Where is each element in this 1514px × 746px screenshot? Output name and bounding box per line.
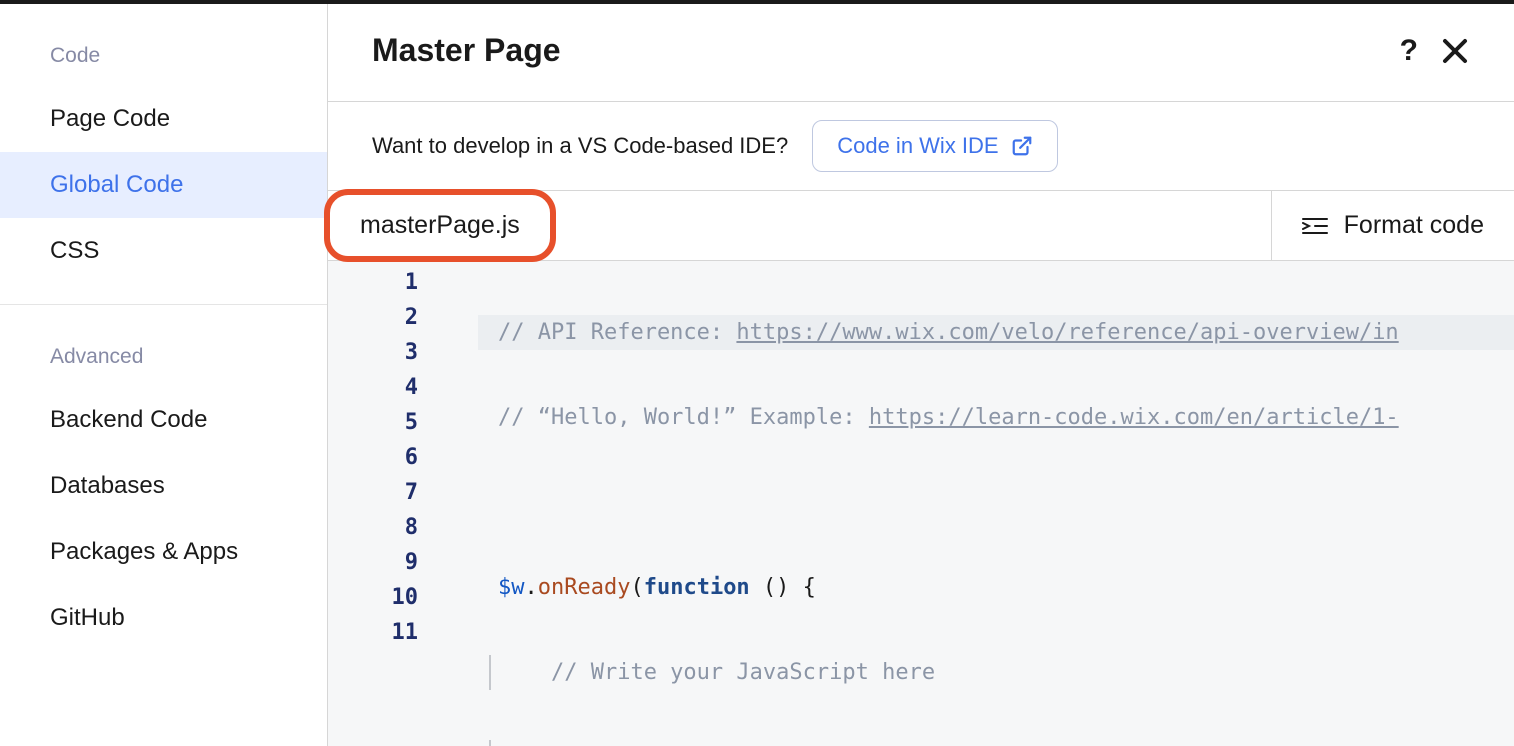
sidebar: Code Page Code Global Code CSS Advanced … xyxy=(0,4,328,746)
line-number: 4 xyxy=(328,370,478,405)
sidebar-item-github[interactable]: GitHub xyxy=(0,585,327,651)
line-number: 9 xyxy=(328,545,478,580)
code-area[interactable]: // API Reference: https://www.wix.com/ve… xyxy=(478,261,1514,746)
sidebar-item-backend-code[interactable]: Backend Code xyxy=(0,387,327,453)
code-line: // “Hello, World!” Example: https://lear… xyxy=(478,400,1514,435)
sidebar-item-global-code[interactable]: Global Code xyxy=(0,152,327,218)
code-line xyxy=(478,485,1514,520)
line-number: 6 xyxy=(328,440,478,475)
line-gutter: 1 2 3 4 5 6 7 8 9 10 11 xyxy=(328,261,478,746)
line-number: 10 xyxy=(328,580,478,615)
ide-prompt-text: Want to develop in a VS Code-based IDE? xyxy=(372,133,788,159)
tab-bar: masterPage.js Format code xyxy=(328,191,1514,261)
sidebar-divider xyxy=(0,304,327,305)
code-line: // API Reference: https://www.wix.com/ve… xyxy=(478,315,1514,350)
code-line: $w.onReady(function () { xyxy=(478,570,1514,605)
code-in-wix-ide-button[interactable]: Code in Wix IDE xyxy=(812,120,1057,172)
line-number: 1 xyxy=(328,265,478,300)
sidebar-item-packages-apps[interactable]: Packages & Apps xyxy=(0,519,327,585)
ide-prompt-bar: Want to develop in a VS Code-based IDE? … xyxy=(328,102,1514,191)
close-icon[interactable] xyxy=(1440,36,1470,66)
format-code-button[interactable]: Format code xyxy=(1271,191,1514,260)
sidebar-item-css[interactable]: CSS xyxy=(0,218,327,284)
sidebar-section-advanced: Advanced xyxy=(0,335,327,387)
sidebar-item-databases[interactable]: Databases xyxy=(0,453,327,519)
format-code-label: Format code xyxy=(1344,211,1484,240)
page-title: Master Page xyxy=(372,32,561,69)
sidebar-item-page-code[interactable]: Page Code xyxy=(0,86,327,152)
line-number: 3 xyxy=(328,335,478,370)
line-number: 5 xyxy=(328,405,478,440)
code-editor[interactable]: 1 2 3 4 5 6 7 8 9 10 11 // API Reference… xyxy=(328,261,1514,746)
code-line: // Write your JavaScript here xyxy=(478,655,1514,690)
help-icon[interactable]: ? xyxy=(1400,34,1418,68)
line-number: 11 xyxy=(328,615,478,650)
main-panel: Master Page ? Want to develop in a VS Co… xyxy=(328,4,1514,746)
line-number: 2 xyxy=(328,300,478,335)
ide-button-label: Code in Wix IDE xyxy=(837,133,998,159)
line-number: 7 xyxy=(328,475,478,510)
format-icon xyxy=(1302,216,1328,236)
code-line xyxy=(478,740,1514,746)
file-tab[interactable]: masterPage.js xyxy=(360,211,520,239)
header-actions: ? xyxy=(1400,34,1470,68)
header: Master Page ? xyxy=(328,4,1514,102)
sidebar-section-code: Code xyxy=(0,34,327,86)
external-link-icon xyxy=(1011,135,1033,157)
file-tab-highlight: masterPage.js xyxy=(324,189,556,262)
line-number: 8 xyxy=(328,510,478,545)
